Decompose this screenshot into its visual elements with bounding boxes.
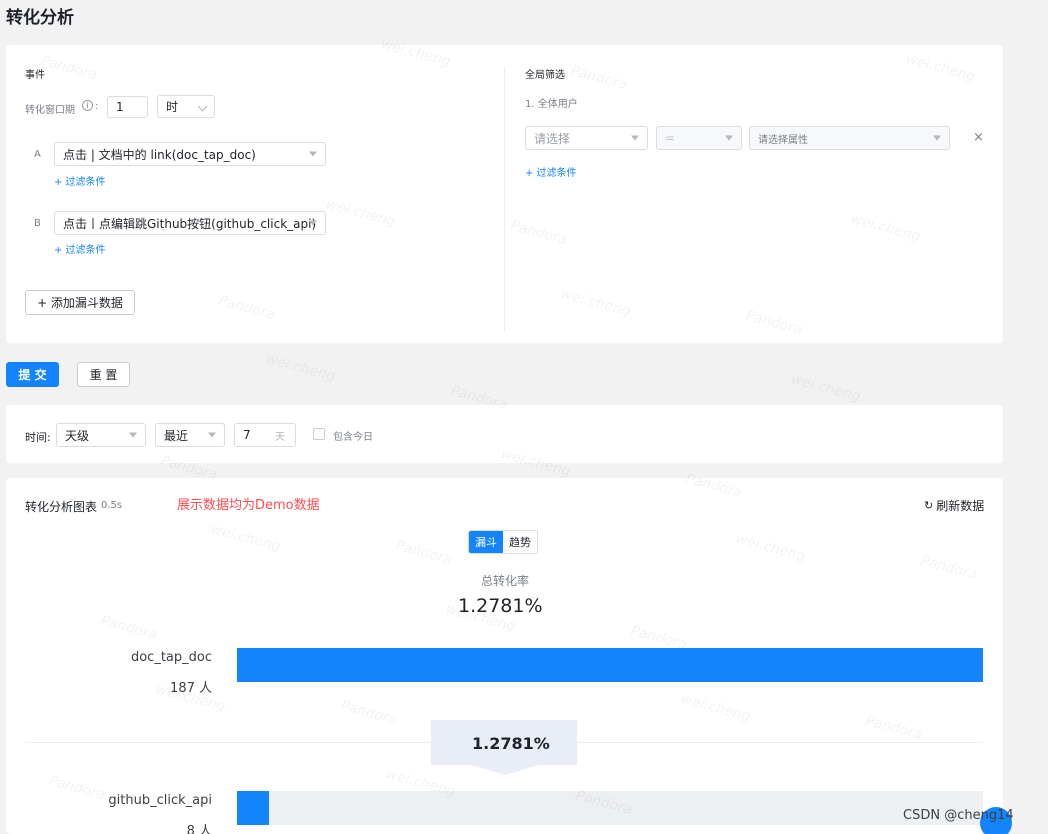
caret-down-icon (725, 135, 733, 141)
range-mode-select[interactable]: 最近 (155, 423, 225, 447)
funnel-step-label: doc_tap_doc (130, 650, 212, 665)
step-b-letter: B (34, 218, 41, 229)
filter-field-select[interactable]: 请选择 (525, 126, 648, 150)
demo-note: 展示数据均为Demo数据 (177, 498, 320, 513)
submit-button[interactable]: 提 交 (6, 362, 59, 387)
step-conversion-arrow (471, 765, 539, 775)
close-icon[interactable]: × (973, 130, 984, 145)
funnel-step-label: github_click_api (108, 793, 212, 808)
caret-down-icon (933, 135, 941, 141)
include-today-checkbox[interactable] (313, 428, 325, 440)
tab-trend[interactable]: 趋势 (503, 531, 537, 553)
funnel-bar[interactable] (237, 648, 983, 682)
window-label: 转化窗口期 (25, 105, 75, 116)
global-add-filter-link[interactable]: + 过滤条件 (525, 164, 577, 179)
funnel-bar-track (237, 791, 983, 825)
global-filter-group: 1. 全体用户 (525, 99, 578, 110)
window-value-input[interactable]: 1 (107, 96, 148, 118)
elapsed-time: 0.5s (101, 500, 123, 511)
tab-funnel[interactable]: 漏斗 (469, 531, 503, 553)
window-unit-select[interactable]: 时 (157, 95, 215, 118)
add-funnel-step-button[interactable]: + 添加漏斗数据 (25, 290, 135, 315)
include-today-label: 包含今日 (333, 432, 373, 443)
filter-attr-select[interactable]: 请选择属性 (749, 126, 950, 150)
reset-button[interactable]: 重 置 (77, 362, 130, 387)
colon: : (95, 101, 99, 112)
range-value-input[interactable]: 7天 (234, 423, 296, 447)
granularity-select[interactable]: 天级 (56, 423, 146, 447)
funnel-step-user-count: 8 人 (186, 824, 212, 834)
time-label: 时间: (25, 431, 51, 444)
step-b-event-select[interactable]: 点击丨点编辑跳Github按钮(github_click_api) (54, 211, 326, 235)
page-title: 转化分析 (6, 8, 74, 28)
info-icon[interactable]: i (82, 100, 93, 111)
refresh-icon: ↻ (924, 499, 934, 512)
chevron-down-icon (197, 101, 208, 112)
step-b-add-filter-link[interactable]: + 过滤条件 (54, 241, 106, 256)
chart-title: 转化分析图表 (25, 500, 98, 514)
events-section-label: 事件 (25, 70, 45, 81)
section-divider (504, 67, 505, 332)
caret-down-icon (208, 432, 216, 438)
watermark: wei.cheng (264, 351, 338, 385)
funnel-step-user-count: 187 人 (170, 681, 212, 696)
refresh-button[interactable]: ↻ 刷新数据 (924, 497, 984, 514)
caret-down-icon (309, 220, 317, 226)
total-conversion-label: 总转化率 (481, 574, 530, 588)
view-toggle: 漏斗 趋势 (468, 530, 538, 554)
caret-down-icon (309, 151, 317, 157)
step-a-add-filter-link[interactable]: + 过滤条件 (54, 173, 106, 188)
step-a-letter: A (34, 149, 41, 160)
step-a-event-select[interactable]: 点击 | 文档中的 link(doc_tap_doc) (54, 142, 326, 166)
step-conversion-value: 1.2781% (472, 734, 550, 753)
filter-operator-select[interactable]: = (656, 126, 742, 150)
total-conversion-value: 1.2781% (458, 595, 543, 617)
footer-credit: CSDN @cheng14 (903, 808, 1014, 823)
funnel-bar[interactable] (237, 791, 269, 825)
global-filter-label: 全局筛选 (525, 70, 565, 81)
watermark: wei.cheng (789, 371, 863, 405)
caret-down-icon (129, 432, 137, 438)
caret-down-icon (631, 135, 639, 141)
